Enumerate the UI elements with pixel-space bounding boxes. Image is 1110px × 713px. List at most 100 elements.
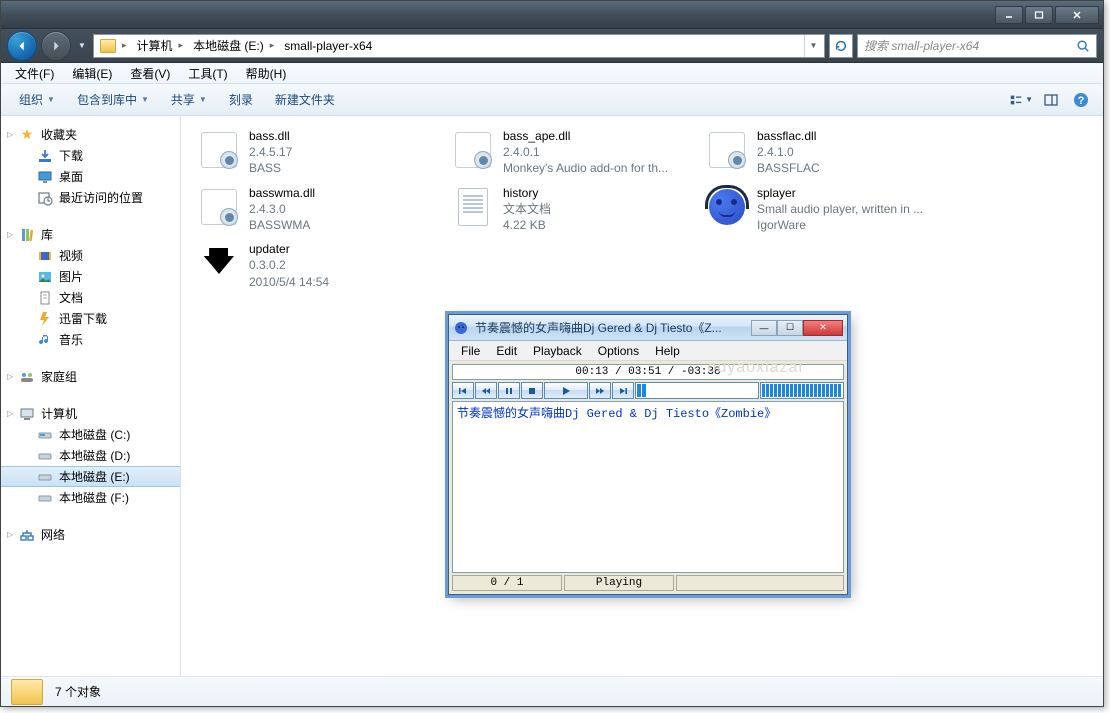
help-button[interactable]: ? [1069, 88, 1093, 112]
video-icon [37, 248, 53, 264]
search-input[interactable]: 搜索 small-player-x64 [857, 34, 1097, 58]
player-maximize-button[interactable]: ☐ [777, 320, 803, 336]
file-meta-1: 2.4.1.0 [757, 144, 820, 160]
updater-icon [201, 244, 237, 283]
command-bar: 组织▼ 包含到库中▼ 共享▼ 刻录 新建文件夹 ▼ ? [1, 84, 1103, 116]
back-button[interactable] [7, 31, 37, 61]
status-object-count: 7 个对象 [55, 683, 101, 700]
nav-libraries-header[interactable]: 库 [1, 224, 180, 245]
new-folder-button[interactable]: 新建文件夹 [267, 88, 343, 111]
xunlei-icon [37, 311, 53, 327]
desktop-icon [37, 169, 53, 185]
file-name: updater [249, 241, 329, 257]
breadcrumb-drive-e[interactable]: 本地磁盘 (E:)▸ [189, 35, 280, 57]
nav-drive-d[interactable]: 本地磁盘 (D:) [1, 445, 180, 466]
refresh-button[interactable] [829, 34, 853, 58]
change-view-button[interactable]: ▼ [1009, 88, 1033, 112]
status-bar: 7 个对象 [1, 676, 1103, 706]
seek-bar[interactable] [635, 382, 759, 399]
nav-drive-f[interactable]: 本地磁盘 (F:) [1, 487, 180, 508]
music-icon [37, 332, 53, 348]
drive-icon [37, 448, 53, 464]
file-item[interactable]: splayerSmall audio player, written in ..… [703, 183, 943, 236]
nav-drive-e[interactable]: 本地磁盘 (E:) [1, 466, 180, 487]
folder-icon [11, 679, 43, 705]
breadcrumb-root[interactable]: ▸ [96, 35, 133, 57]
volume-fill [762, 384, 842, 397]
nav-favorites-header[interactable]: ★收藏夹 [1, 124, 180, 145]
menu-edit[interactable]: 编辑(E) [64, 63, 120, 84]
library-icon [19, 227, 35, 243]
file-meta-2: 4.22 KB [503, 217, 551, 233]
address-bar[interactable]: ▸ 计算机▸ 本地磁盘 (E:)▸ small-player-x64 ▼ [93, 34, 825, 58]
play-button[interactable] [544, 382, 588, 399]
nav-network-header[interactable]: 网络 [1, 524, 180, 545]
playlist-item[interactable]: 节奏震憾的女声嗨曲Dj Gered & Dj Tiesto《Zombie》 [457, 404, 839, 421]
prev-track-button[interactable] [452, 382, 474, 399]
file-name: history [503, 185, 551, 201]
time-display: 00:13 / 03:51 / -03:38 [452, 364, 844, 380]
file-item[interactable]: bassflac.dll2.4.1.0BASSFLAC [703, 126, 943, 179]
pause-button[interactable] [498, 382, 520, 399]
file-item[interactable]: history文本文档4.22 KB [449, 183, 689, 236]
playlist[interactable]: 节奏震憾的女声嗨曲Dj Gered & Dj Tiesto《Zombie》 [452, 401, 844, 573]
player-minimize-button[interactable]: — [751, 320, 777, 336]
file-meta-2: BASSWMA [249, 217, 315, 233]
menu-file[interactable]: 文件(F) [7, 63, 62, 84]
volume-bar[interactable] [760, 382, 844, 399]
burn-button[interactable]: 刻录 [221, 88, 261, 111]
nav-pictures[interactable]: 图片 [1, 266, 180, 287]
svg-text:?: ? [1078, 95, 1085, 107]
share-button[interactable]: 共享▼ [163, 88, 215, 111]
file-item[interactable]: bass.dll2.4.5.17BASS [195, 126, 435, 179]
file-item[interactable]: basswma.dll2.4.3.0BASSWMA [195, 183, 435, 236]
nav-videos[interactable]: 视频 [1, 245, 180, 266]
breadcrumb-current[interactable]: small-player-x64 [280, 35, 376, 57]
forward-button[interactable] [41, 31, 71, 61]
preview-pane-button[interactable] [1039, 88, 1063, 112]
stop-button[interactable] [521, 382, 543, 399]
file-item[interactable]: updater0.3.0.22010/5/4 14:54 [195, 239, 435, 292]
search-placeholder: 搜索 small-player-x64 [864, 37, 1076, 54]
nav-homegroup-header[interactable]: 家庭组 [1, 366, 180, 387]
rewind-button[interactable] [475, 382, 497, 399]
player-menu-edit[interactable]: Edit [488, 342, 525, 360]
nav-computer-header[interactable]: 计算机 [1, 403, 180, 424]
search-icon [1076, 39, 1090, 53]
menu-tools[interactable]: 工具(T) [180, 63, 235, 84]
file-item[interactable]: bass_ape.dll2.4.0.1Monkey's Audio add-on… [449, 126, 689, 179]
organize-button[interactable]: 组织▼ [11, 88, 63, 111]
player-titlebar[interactable]: 节奏震憾的女声嗨曲Dj Gered & Dj Tiesto《Z... — ☐ ✕ [449, 315, 847, 341]
address-dropdown[interactable]: ▼ [804, 35, 822, 57]
window-maximize-button[interactable] [1025, 6, 1053, 24]
computer-icon [19, 406, 35, 422]
player-menu-options[interactable]: Options [590, 342, 647, 360]
player-close-button[interactable]: ✕ [803, 320, 843, 336]
file-meta-2: Monkey's Audio add-on for th... [503, 160, 668, 176]
window-minimize-button[interactable] [995, 6, 1023, 24]
file-meta-1: 2.4.5.17 [249, 144, 292, 160]
nav-xunlei[interactable]: 迅雷下载 [1, 308, 180, 329]
player-menu-help[interactable]: Help [647, 342, 688, 360]
nav-drive-c[interactable]: 本地磁盘 (C:) [1, 424, 180, 445]
player-menu-file[interactable]: File [453, 342, 488, 360]
file-meta-1: Small audio player, written in ... [757, 201, 923, 217]
next-track-button[interactable] [612, 382, 634, 399]
window-titlebar [1, 1, 1103, 29]
history-dropdown[interactable]: ▼ [75, 34, 89, 58]
include-in-library-button[interactable]: 包含到库中▼ [69, 88, 157, 111]
player-menu-playback[interactable]: Playback [525, 342, 590, 360]
menu-view[interactable]: 查看(V) [122, 63, 178, 84]
nav-documents[interactable]: 文档 [1, 287, 180, 308]
file-meta-2: BASS [249, 160, 292, 176]
drive-icon [37, 490, 53, 506]
nav-recent[interactable]: 最近访问的位置 [1, 187, 180, 208]
window-close-button[interactable] [1055, 6, 1099, 24]
dll-icon [455, 132, 491, 168]
forward-button[interactable] [589, 382, 611, 399]
navigation-bar: ▼ ▸ 计算机▸ 本地磁盘 (E:)▸ small-player-x64 ▼ 搜… [1, 29, 1103, 63]
breadcrumb-computer[interactable]: 计算机▸ [133, 35, 190, 57]
menu-help[interactable]: 帮助(H) [238, 63, 295, 84]
nav-music[interactable]: 音乐 [1, 329, 180, 350]
nav-downloads[interactable]: 下载 [1, 145, 180, 166]
